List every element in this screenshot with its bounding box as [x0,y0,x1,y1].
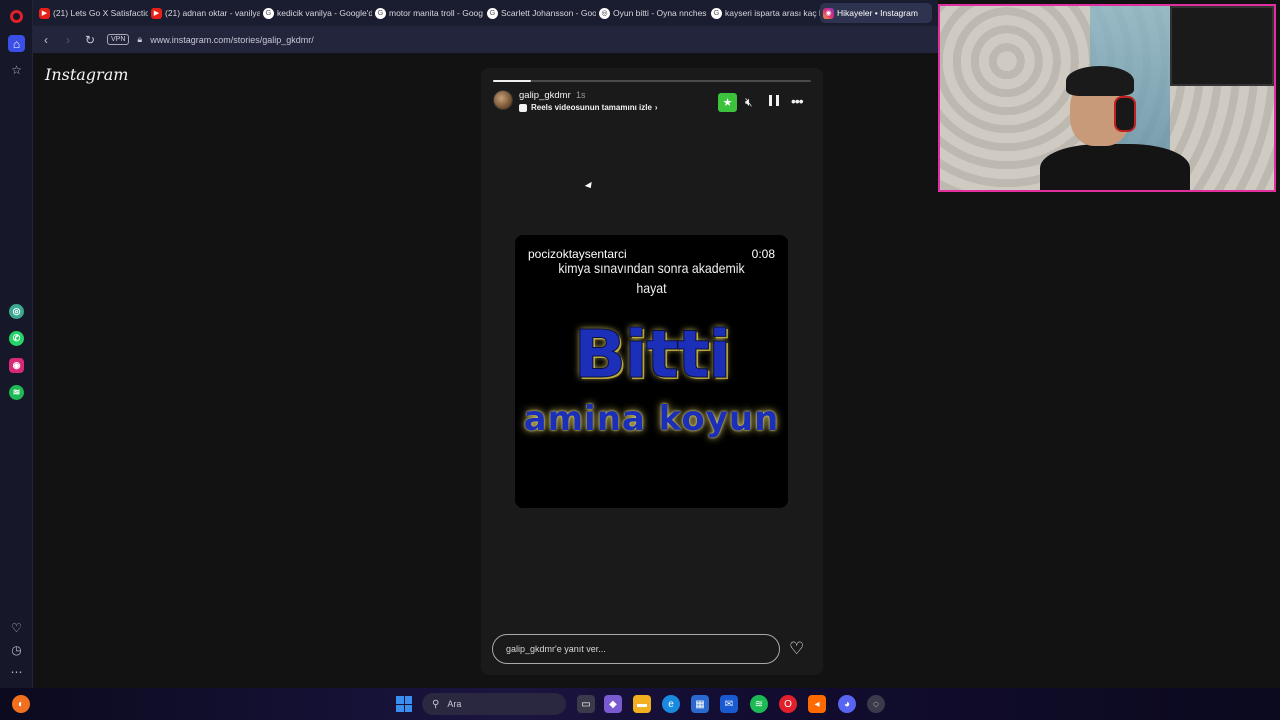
headset [1114,96,1136,132]
story-time: 1s [576,90,586,100]
opera-icon[interactable]: O [779,695,797,713]
reload-button[interactable]: ↻ [79,29,101,51]
reel-sub-text: amina koyun [523,399,780,439]
avatar[interactable] [493,90,513,110]
reply-input[interactable]: galip_gkdmr'e yanıt ver... [492,634,780,664]
file-explorer-icon[interactable]: ▬ [633,695,651,713]
instagram-icon: ◉ [823,7,834,19]
reel-big-text: Bitti [573,316,732,393]
instagram-icon[interactable]: ◉ [9,358,24,373]
app-icon[interactable]: ◂ [808,695,826,713]
reel-caption: kimya sınavından sonra akademik hayat [558,260,745,296]
youtube-icon: ▶ [151,7,162,19]
search-icon: ⚲ [432,698,440,710]
home-icon[interactable]: ⌂ [8,35,25,52]
tab[interactable]: Gmotor manita troll - Goog [372,3,484,23]
opera-logo[interactable] [10,10,23,23]
steam-icon[interactable]: ◌ [867,695,885,713]
story-viewer[interactable]: galip_gkdmr 1s Reels videosunun tamamını… [481,68,823,675]
edge-icon[interactable]: e [662,695,680,713]
heart-icon[interactable]: ♡ [9,620,24,635]
tab[interactable]: ▶ (21) Lets Go X Satisfaction [36,3,148,23]
story-username[interactable]: galip_gkdmr [519,90,571,101]
story-progress-bar [493,80,532,82]
discord-icon[interactable]: ◕ [838,695,856,713]
story-progress-track [493,80,811,82]
taskbar: ◐ ⚲ Ara ▭ ◆ ▬ e ▦ ✉ ≋ O ◂ ◕ ◌ [0,688,1280,720]
google-icon: G [375,7,386,19]
pause-icon[interactable] [769,95,779,107]
store-icon[interactable]: ▦ [691,695,709,713]
chevron-right-icon: › [654,103,658,112]
mail-icon[interactable]: ✉ [720,695,738,713]
back-button[interactable]: ‹ [35,29,57,51]
google-icon: G [487,7,498,19]
streamer [1030,66,1190,190]
windows-start-icon[interactable] [396,696,412,712]
forward-button[interactable]: › [57,29,79,51]
browser-sidebar: ⌂ ☆ ◎ ✆ ◉ ≋ ♡ ◷ ⋯ [0,0,33,688]
instagram-logo[interactable]: Instagram [45,65,128,84]
google-icon: G [711,7,722,19]
star-icon[interactable]: ☆ [9,62,24,77]
google-icon: G [263,7,274,19]
spotify-icon[interactable]: ≋ [750,695,768,713]
more-icon[interactable]: ⋯ [9,664,24,679]
taskbar-search[interactable]: ⚲ Ara [422,693,566,715]
youtube-icon: ▶ [39,7,50,19]
widgets-icon[interactable]: ◆ [604,695,622,713]
spotify-icon[interactable]: ≋ [9,385,24,400]
tab-active[interactable]: ◉ Hikayeler • Instagram [820,3,932,23]
star-icon[interactable]: ★ [718,93,737,112]
vpn-badge[interactable]: VPN [107,34,130,45]
tab[interactable]: ◎ Oyun bitti - Oyna nnches [596,3,708,23]
whatsapp-icon[interactable]: ✆ [9,331,24,346]
chrome-icon: ◎ [599,7,610,19]
firefox-icon[interactable]: ◐ [12,695,30,713]
webcam-overlay [938,4,1276,192]
like-heart-icon[interactable]: ♡ [789,639,804,659]
address-bar: ‹ › ↻ VPN 🔒︎ www.instagram.com/stories/g… [33,26,938,53]
reels-link[interactable]: Reels videosunun tamamını izle › [519,103,658,112]
mute-icon[interactable]: 🔇︎ [745,95,753,110]
chatgpt-icon[interactable]: ◎ [9,304,24,319]
reel-card[interactable]: pocizoktaysentarci 0:08 kimya sınavından… [515,235,788,508]
more-options-icon[interactable]: ••• [791,93,804,109]
reels-icon [519,103,527,112]
tab[interactable]: Gkedicik vanilya - Google'd [260,3,372,23]
lock-icon[interactable]: 🔒︎ [137,34,142,45]
tab[interactable]: ▶ (21) adnan oktar - vanilya [148,3,260,23]
tab[interactable]: G Scarlett Johansson - Goog [484,3,596,23]
task-view-icon[interactable]: ▭ [577,695,595,713]
url-field[interactable]: www.instagram.com/stories/galip_gkdmr/ [150,35,314,45]
tab[interactable]: Gkayseri isparta arası kaç k [708,3,820,23]
history-icon[interactable]: ◷ [9,642,24,657]
tab-strip: ▶ (21) Lets Go X Satisfaction ▶ (21) adnan… [33,0,938,26]
